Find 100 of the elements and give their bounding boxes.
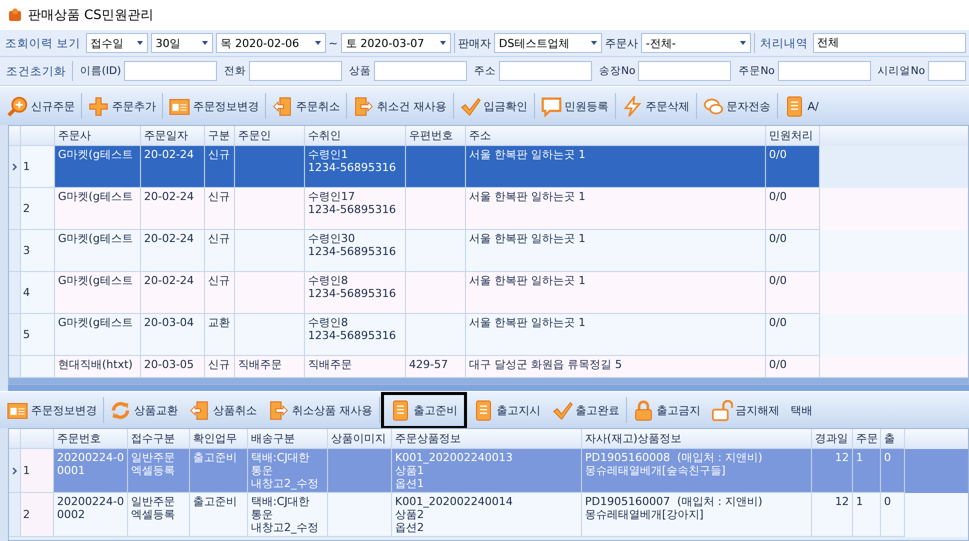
- plus-icon: [88, 96, 109, 116]
- table-cell: 1: [853, 493, 881, 537]
- dropdown[interactable]: 목 2020-02-06: [216, 33, 326, 53]
- filter-caption: 조회이력 보기: [4, 36, 82, 50]
- table-cell: 0/0: [766, 146, 820, 188]
- dropdown[interactable]: -전체-: [640, 33, 751, 53]
- toolbar-button[interactable]: 민원등록: [536, 92, 614, 120]
- row-pointer-icon: [12, 162, 18, 170]
- toolbar-button[interactable]: 상품취소: [184, 396, 262, 424]
- filter-label: 판매자: [458, 36, 491, 50]
- table-row[interactable]: 2 20200224-0 0002 일반주문 엑셀등록 출고준비 택배:CJ대한 통운 내창고2_수정 K001_202002240014 상품2 옵션2 PD1905160007 (매입처 : 지앤비) 몽슈레태열베개[강아지] 12 1 0: [9, 493, 968, 537]
- toolbar-button[interactable]: 주문취소: [267, 92, 345, 120]
- toolbar-button[interactable]: 택배: [786, 398, 818, 422]
- toolbar-button[interactable]: 취소상품 재사용: [263, 396, 378, 424]
- row-number: 2: [21, 188, 55, 230]
- dropdown[interactable]: 토 2020-03-07: [340, 33, 451, 53]
- table-cell: 출고준비: [190, 493, 248, 537]
- toolbar-button[interactable]: 출고완료: [546, 396, 624, 424]
- table-row[interactable]: 2 G마켓(g테스트 20-02-24 신규 수령인17 1234-56895316 서울 한복판 일하는곳 1 0/0: [9, 188, 968, 230]
- reset-button[interactable]: 조건초기화: [3, 64, 69, 78]
- bubble-icon: [540, 96, 562, 116]
- toolbar-button[interactable]: 상품교환: [105, 396, 183, 424]
- horizontal-scrollbar[interactable]: [9, 377, 968, 384]
- toolbar-button[interactable]: 문자전송: [698, 92, 776, 120]
- toolbar-button[interactable]: 입금확인: [454, 92, 532, 120]
- table-row[interactable]: 3 G마켓(g테스트 20-02-24 신규 수령인30 1234-56895316 서울 한복판 일하는곳 1 0/0: [9, 230, 968, 272]
- table-cell: 신규: [205, 146, 235, 188]
- row-selector[interactable]: [9, 272, 21, 314]
- field-label: 송장No: [598, 64, 636, 78]
- field-label: 시리얼No: [876, 64, 925, 78]
- refresh-icon: [110, 400, 131, 420]
- table-cell: 택배:CJ대한 통운 내창고2_수정: [248, 493, 328, 537]
- input-field[interactable]: [124, 61, 218, 81]
- row-number: 2: [21, 493, 54, 537]
- filter-caption: 처리내역: [758, 36, 809, 50]
- row-selector[interactable]: [9, 230, 21, 272]
- toolbar-button[interactable]: 출고금지: [628, 396, 706, 424]
- field-label: 주문No: [737, 64, 775, 78]
- table-cell: 0: [881, 493, 905, 537]
- dropdown[interactable]: 접수일: [86, 33, 148, 53]
- lock-icon: [632, 400, 654, 420]
- unlock-icon: [712, 400, 732, 420]
- row-number: 5: [21, 314, 55, 356]
- doorout-icon: [189, 400, 210, 420]
- check-icon: [460, 96, 480, 116]
- window-title: 판매상품 CS민원관리: [28, 7, 154, 24]
- table-row[interactable]: 1 20200224-0 0001 일반주문 엑셀등록 출고준비 택배:CJ대한 통운 내창고2_수정 K001_202002240013 상품1 옵션1 PD1905160008 (매입처 : 지앤비) 몽슈레태열베개[숲속친구들] 12 1 0: [9, 449, 968, 493]
- table-row[interactable]: 4 G마켓(g테스트 20-02-24 신규 수령인8 1234-56895316 서울 한복판 일하는곳 1 0/0: [9, 272, 968, 314]
- range-tilde: ~: [328, 36, 338, 50]
- toolbar-button[interactable]: 신규주문: [2, 92, 80, 120]
- table-cell: 수령인1 1234-56895316: [305, 146, 406, 188]
- input-field[interactable]: [638, 61, 732, 81]
- toolbar-button[interactable]: A/: [778, 92, 824, 120]
- row-number: 1: [21, 449, 54, 493]
- input-field[interactable]: [928, 61, 966, 81]
- table-cell: 20200224-0 0002: [54, 493, 128, 537]
- toolbar-button[interactable]: 금지해제: [706, 396, 784, 424]
- toolbar-button[interactable]: 주문삭제: [616, 92, 694, 120]
- row-selector[interactable]: [9, 188, 21, 230]
- table-row[interactable]: 5 G마켓(g테스트 20-03-04 교환 수령인8 1234-56895316 서울 한복판 일하는곳 1 0/0: [9, 314, 968, 356]
- row-selector[interactable]: [9, 146, 21, 188]
- toolbar-button[interactable]: 주문정보변경: [164, 92, 264, 120]
- field-label: 주소: [473, 64, 496, 78]
- table-cell: K001_202002240014 상품2 옵션2: [392, 493, 582, 537]
- row-number: 1: [21, 146, 55, 188]
- table-cell: [235, 146, 305, 188]
- input-field[interactable]: 전체: [812, 33, 966, 53]
- table-row[interactable]: 1 G마켓(g테스트 20-02-24 신규 수령인1 1234-56895316 서울 한복판 일하는곳 1 0/0: [9, 146, 968, 188]
- input-field[interactable]: [249, 61, 342, 81]
- row-selector[interactable]: [9, 449, 21, 493]
- dropdown[interactable]: 30일: [150, 33, 213, 53]
- table-cell: PD1905160007 (매입처 : 지앤비) 몽슈레태열베개[강아지]: [582, 493, 812, 537]
- row-pointer-icon: [12, 466, 18, 474]
- field-label: 이름(ID): [78, 64, 122, 78]
- table-cell: G마켓(g테스트: [55, 146, 141, 188]
- dropdown[interactable]: DS테스트업체: [494, 33, 602, 53]
- toolbar-button[interactable]: 주문정보변경: [2, 396, 102, 424]
- row-selector[interactable]: [9, 493, 21, 537]
- row-selector[interactable]: [9, 314, 21, 356]
- input-field[interactable]: [374, 61, 468, 81]
- table-cell: 서울 한복판 일하는곳 1: [466, 146, 766, 188]
- check-icon: [552, 400, 572, 420]
- doorin-icon: [268, 400, 289, 420]
- field-label: 상품: [348, 64, 372, 78]
- magplus-icon: [7, 96, 28, 116]
- table-row[interactable]: 현대직배(htxt) 20-03-05 신규 직배주문 직배주문 429-57 대구 달성군 화원읍 류목정길 5 0/0: [9, 356, 968, 377]
- app-logo-icon: [8, 8, 22, 22]
- toolbar-button[interactable]: 주문추가: [83, 92, 161, 120]
- doorout-icon: [272, 96, 293, 116]
- toolbar-button[interactable]: 취소건 재사용: [348, 92, 452, 120]
- row-number: 4: [21, 272, 55, 314]
- row-number: 3: [21, 230, 55, 272]
- bubbles-icon: [702, 96, 724, 116]
- input-field[interactable]: [778, 61, 871, 81]
- table-cell: 12: [812, 493, 853, 537]
- splitter-bar[interactable]: [8, 385, 969, 391]
- bolt-icon: [622, 96, 642, 116]
- input-field[interactable]: [499, 61, 592, 81]
- table-cell: [406, 146, 466, 188]
- toolbar-button[interactable]: 출고지시: [468, 396, 546, 424]
